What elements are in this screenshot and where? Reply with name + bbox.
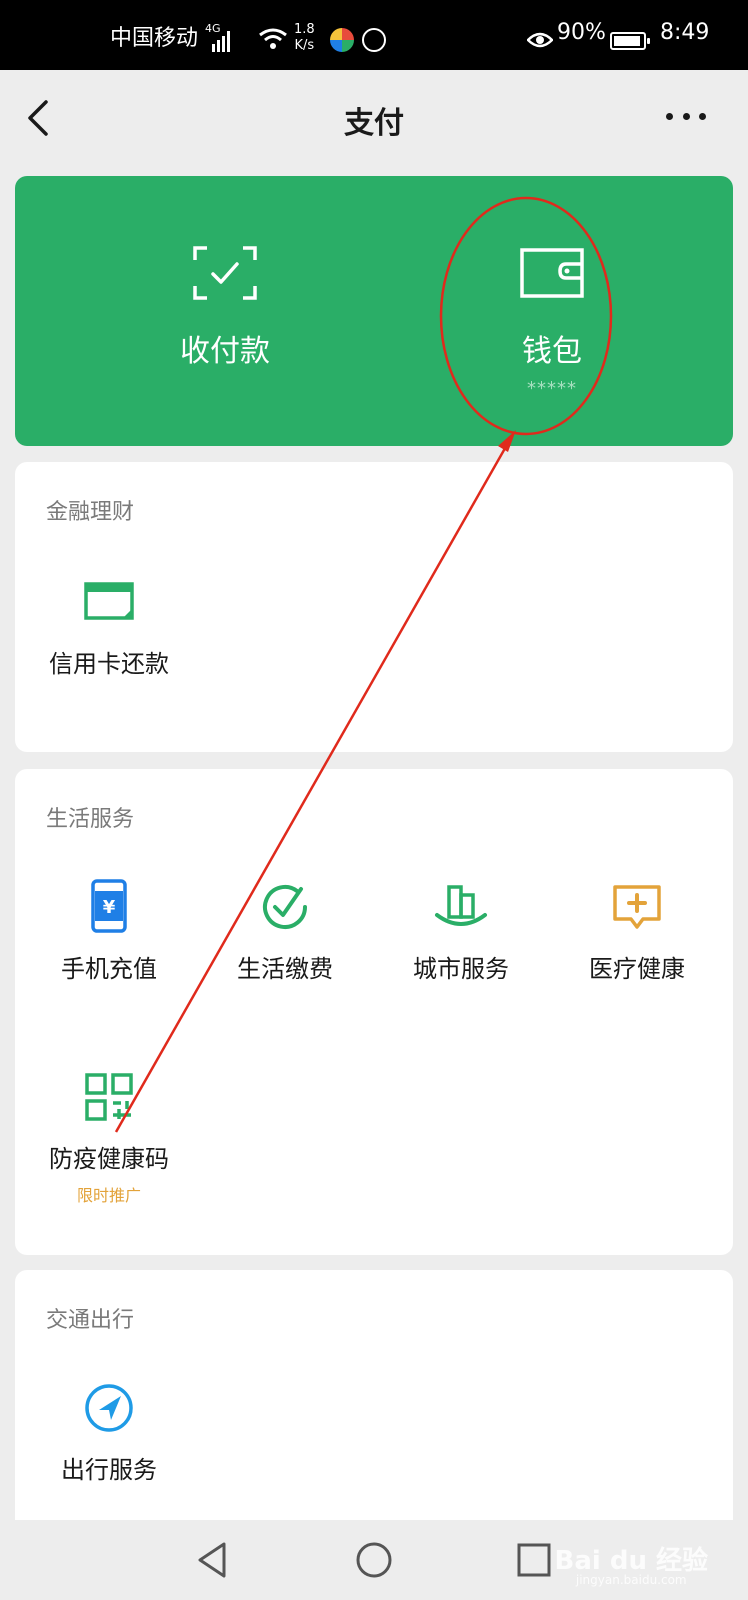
tile-label: 手机充值 <box>61 955 157 983</box>
more-dot-icon <box>666 112 673 120</box>
promo-badge: 限时推广 <box>76 1186 141 1205</box>
scan-check-icon <box>193 246 257 300</box>
circle-home-icon <box>356 1542 392 1578</box>
network-speed: 1.8 K/s <box>294 22 315 54</box>
section-title: 交通出行 <box>46 1308 135 1333</box>
tile-label: 出行服务 <box>61 1456 157 1484</box>
battery-icon <box>610 32 650 50</box>
notification-icons <box>330 28 386 52</box>
wallet-button[interactable]: 钱包 ***** <box>452 176 652 399</box>
more-dot-icon <box>682 112 690 120</box>
system-back-button[interactable] <box>190 1536 238 1584</box>
nav-bar: 支付 <box>0 70 748 166</box>
payment-hero-card: 收付款 钱包 ***** <box>15 176 733 446</box>
triangle-back-icon <box>198 1542 226 1578</box>
tile-label: 城市服务 <box>413 955 509 983</box>
square-recents-icon <box>517 1543 551 1577</box>
phone-recharge-icon: ¥ <box>81 879 137 935</box>
phone-recharge-tile[interactable]: ¥ 手机充值 <box>21 879 197 984</box>
tile-label: 医疗健康 <box>589 955 685 983</box>
wallet-icon <box>520 246 584 300</box>
navigation-icon <box>81 1380 137 1436</box>
wifi-icon <box>258 28 288 56</box>
travel-services-tile[interactable]: 出行服务 <box>21 1380 197 1485</box>
city-services-tile[interactable]: 城市服务 <box>373 879 549 984</box>
medical-icon <box>609 879 665 935</box>
section-title: 生活服务 <box>46 807 135 832</box>
face-notification-icon <box>362 28 386 52</box>
app-notification-icon <box>330 28 354 52</box>
battery-percent: 90% <box>557 20 606 45</box>
clock: 8:49 <box>660 20 710 45</box>
more-menu-button[interactable] <box>666 106 706 126</box>
pay-receive-button[interactable]: 收付款 <box>125 176 325 370</box>
pay-receive-label: 收付款 <box>180 334 270 369</box>
tile-label: 生活缴费 <box>237 955 333 983</box>
credit-card-repay-tile[interactable]: 信用卡还款 <box>21 574 197 679</box>
page-title: 支付 <box>344 106 404 141</box>
city-building-icon <box>433 879 489 935</box>
health-code-tile[interactable]: 防疫健康码 限时推广 <box>21 1069 197 1206</box>
medical-health-tile[interactable]: 医疗健康 <box>549 879 725 984</box>
utility-bills-tile[interactable]: 生活缴费 <box>197 879 373 984</box>
signal-icon <box>212 30 230 52</box>
system-home-button[interactable] <box>350 1536 398 1584</box>
qr-code-icon <box>81 1069 137 1125</box>
more-dot-icon <box>699 112 706 120</box>
watermark-brand: Bai du 经验 <box>554 1546 709 1576</box>
svg-text:¥: ¥ <box>103 897 116 918</box>
watermark-url: jingyan.baidu.com <box>575 1573 687 1587</box>
bill-check-icon <box>257 879 313 935</box>
system-recents-button[interactable] <box>510 1536 558 1584</box>
finance-section: 金融理财 信用卡还款 <box>15 462 733 752</box>
section-title: 金融理财 <box>46 500 135 525</box>
tile-label: 防疫健康码 <box>49 1145 169 1173</box>
tile-label: 信用卡还款 <box>49 650 169 678</box>
wallet-balance-masked: ***** <box>527 378 577 399</box>
eye-comfort-icon <box>526 30 554 56</box>
watermark-logo: Bai du 经验 jingyan.baidu.com <box>555 1540 709 1587</box>
speed-value: 1.8 <box>294 22 315 37</box>
life-services-section: 生活服务 ¥ 手机充值 生活缴费 城市服务 医疗健康 防疫健康码 限时推广 <box>15 769 733 1255</box>
status-bar: 中国移动 4G 1.8 K/s 90% 8:49 <box>0 0 748 70</box>
speed-unit: K/s <box>294 38 315 53</box>
credit-card-icon <box>81 574 137 630</box>
wallet-label: 钱包 <box>522 334 582 369</box>
transport-section: 交通出行 出行服务 <box>15 1270 733 1530</box>
carrier-name: 中国移动 <box>110 26 199 51</box>
